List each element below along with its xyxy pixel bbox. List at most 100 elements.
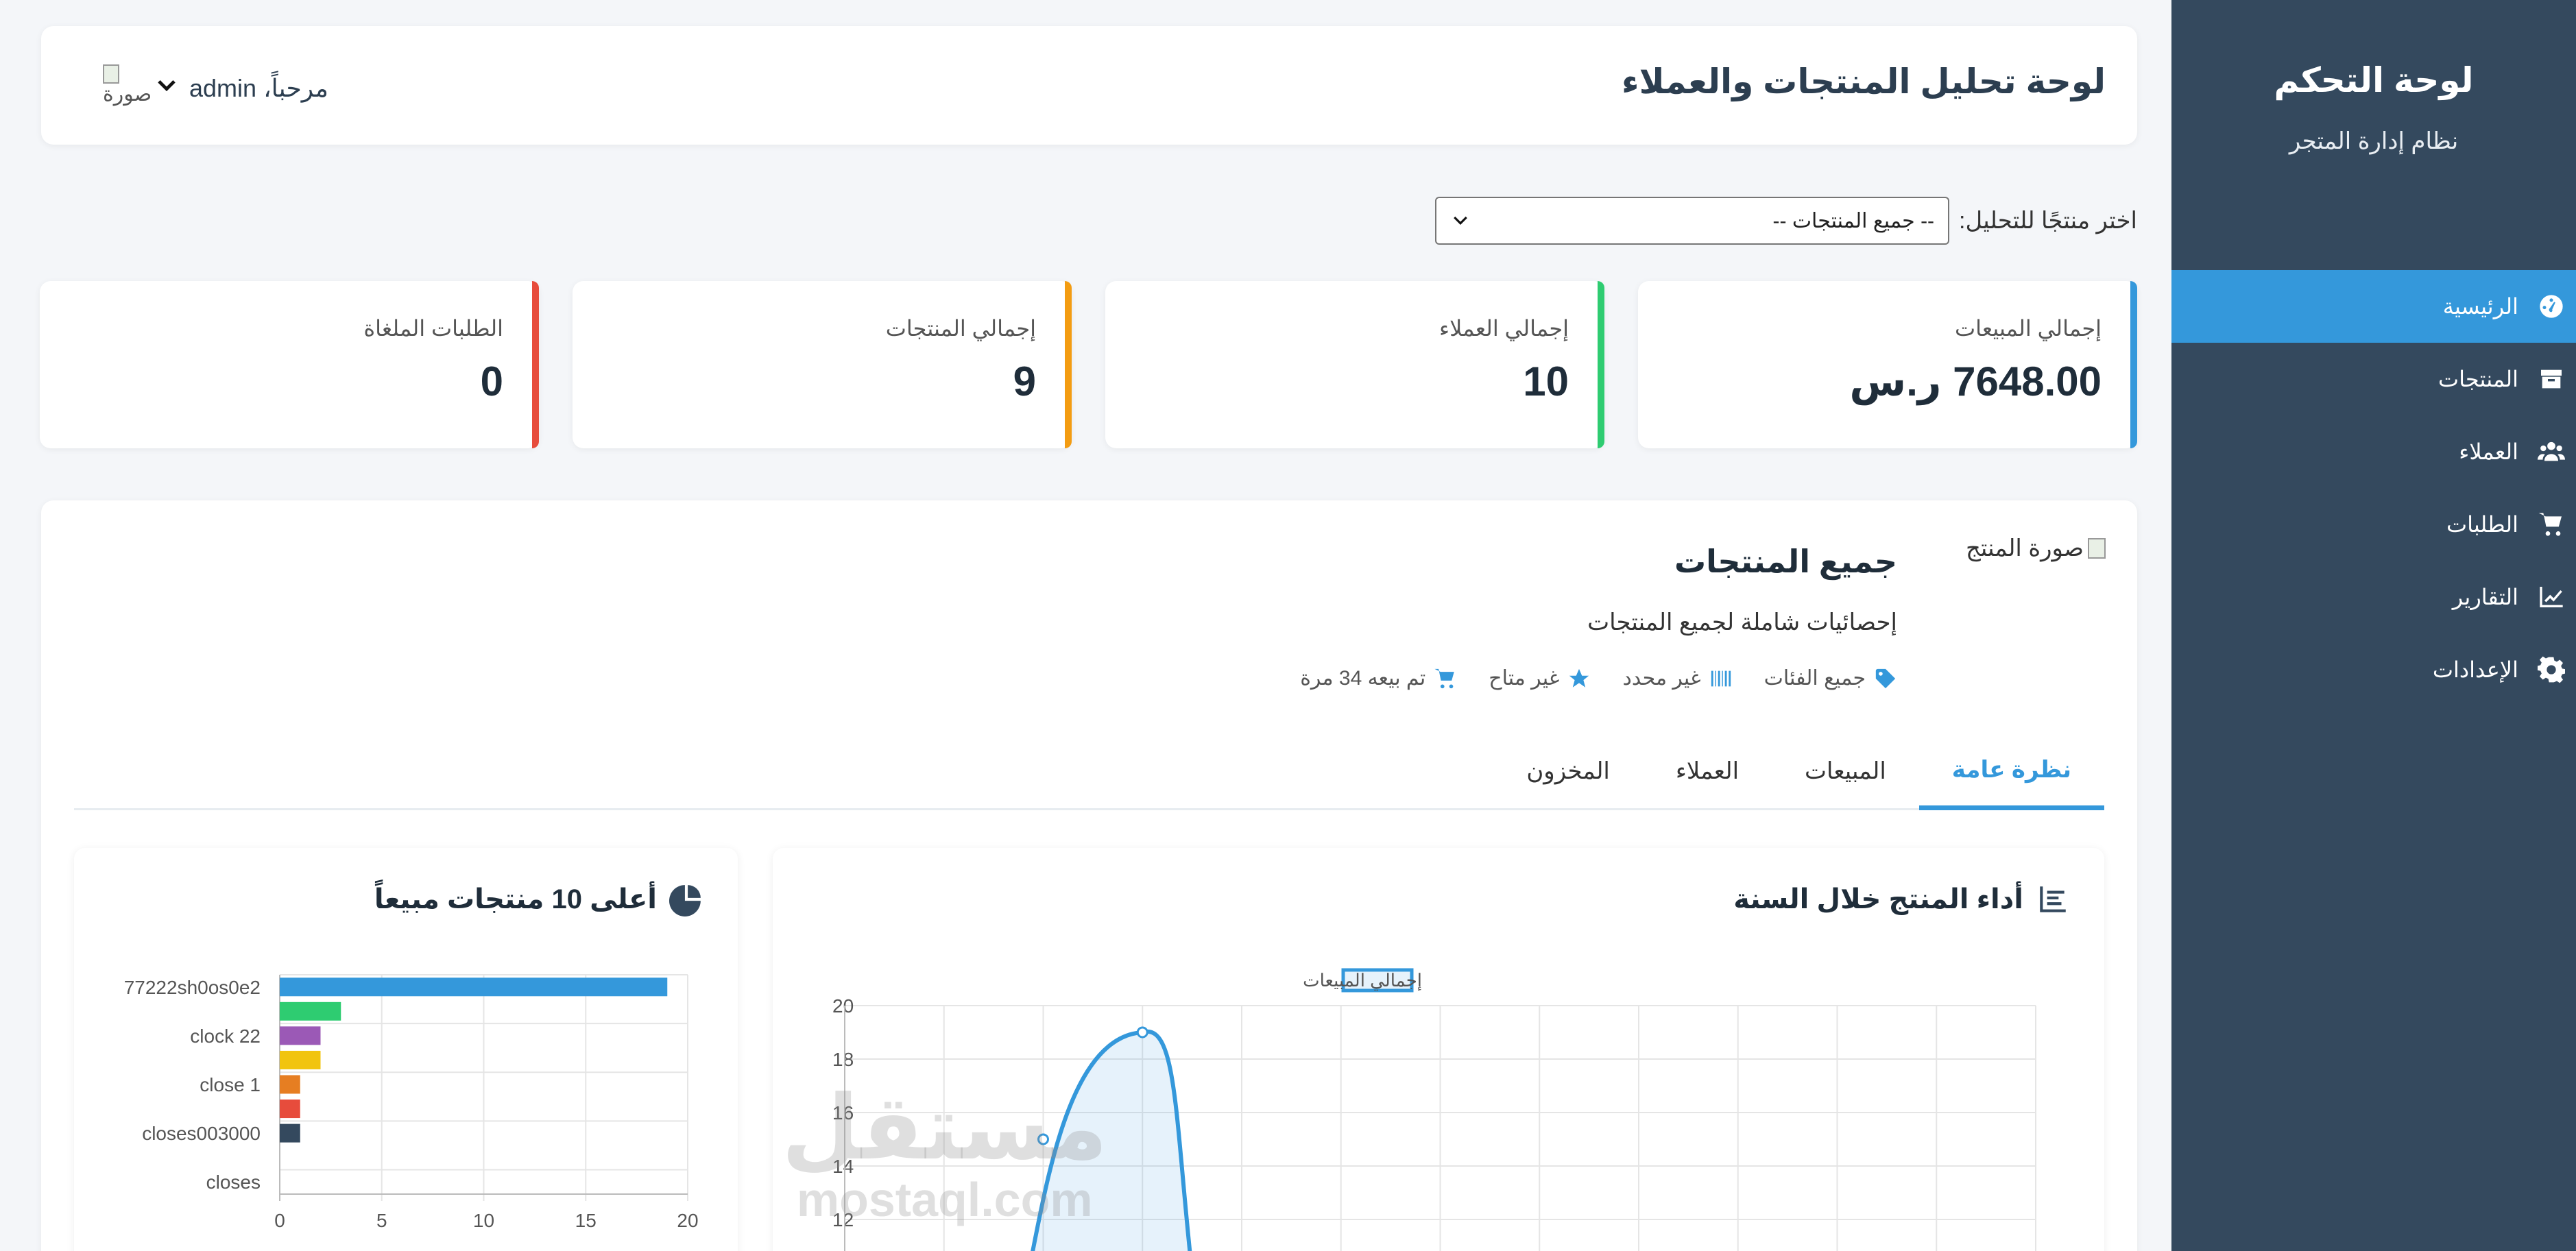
sidebar-item-reports[interactable]: التقارير <box>2171 561 2576 633</box>
performance-chart-card: أداء المنتج خلال السنة 12 14 16 18 20 إجمالي … <box>773 848 2104 1251</box>
stat-value: 0 <box>480 359 503 404</box>
avatar: صورة <box>103 64 152 112</box>
user-greeting: مرحباً، admin <box>189 74 328 102</box>
sidebar-brand: لوحة التحكم نظام إدارة المتجر <box>2171 0 2576 155</box>
meta-text: غير محدد <box>1622 667 1701 690</box>
meta-text: تم بيعه 34 مرة <box>1300 667 1426 690</box>
bar <box>280 1075 300 1094</box>
stat-card-cancelled-orders: الطلبات الملغاة 0 <box>40 281 539 448</box>
product-image: صورة المنتج <box>1966 535 2106 562</box>
sidebar-item-label: الإعدادات <box>2432 657 2518 682</box>
meta-category: جميع الفئات <box>1764 666 1897 690</box>
page-title: لوحة تحليل المنتجات والعملاء <box>1622 62 2106 101</box>
top-header: لوحة تحليل المنتجات والعملاء مرحباً، adm… <box>41 26 2137 145</box>
stat-value: 7648.00 ر.س <box>1849 359 2102 404</box>
sidebar-item-label: المنتجات <box>2438 367 2518 391</box>
dashboard-icon <box>2536 291 2566 321</box>
avatar-alt-text: صورة <box>103 83 152 106</box>
performance-area-chart: 12 14 16 18 20 إجمالي المبيعات <box>832 968 2036 1251</box>
sidebar-item-products[interactable]: المنتجات <box>2171 343 2576 415</box>
broken-image-icon <box>103 64 119 84</box>
sidebar: لوحة التحكم نظام إدارة المتجر الرئيسية ا… <box>2171 0 2576 1251</box>
chart-line-icon <box>2536 582 2566 612</box>
top-products-card: أعلى 10 منتجات مبيعاً 0 5 10 15 20 77222sh0os… <box>74 848 738 1251</box>
gear-icon <box>2536 655 2566 685</box>
stat-accent-bar <box>1065 281 1072 448</box>
y-tick-label: 20 <box>832 995 854 1017</box>
y-tick-label: 12 <box>832 1209 854 1230</box>
bar <box>280 1050 321 1069</box>
stat-label: الطلبات الملغاة <box>363 316 503 341</box>
data-point <box>1037 1133 1049 1145</box>
sidebar-title: لوحة التحكم <box>2274 61 2474 99</box>
stat-accent-bar <box>2130 281 2137 448</box>
category-label: closes <box>206 1171 261 1193</box>
x-tick-label: 5 <box>376 1210 387 1231</box>
category-label: clock 22 <box>190 1025 261 1047</box>
product-meta: جميع الفئات غير محدد غير متاح تم بيعه 34… <box>1300 666 1897 690</box>
bar <box>280 977 668 997</box>
analysis-tabs: نظرة عامة المبيعات العملاء المخزون <box>74 733 2104 810</box>
star-icon <box>1569 668 1589 688</box>
meta-text: جميع الفئات <box>1764 667 1866 690</box>
sidebar-item-home[interactable]: الرئيسية <box>2171 270 2576 343</box>
product-select[interactable]: -- جميع المنتجات -- <box>1435 197 1950 245</box>
chevron-down-icon <box>1454 216 1467 225</box>
category-label: close 1 <box>200 1074 261 1095</box>
stat-accent-bar <box>1598 281 1604 448</box>
user-menu[interactable]: مرحباً، admin صورة <box>103 64 328 112</box>
data-point <box>1136 1026 1148 1039</box>
product-select-value: -- جميع المنتجات -- <box>1772 209 1935 232</box>
top-products-bar-chart: 0 5 10 15 20 77222sh0os0e2 clock 22 close 1 clos… <box>124 974 699 1231</box>
meta-text: غير متاح <box>1489 667 1560 690</box>
sidebar-item-label: التقارير <box>2452 585 2518 609</box>
product-name: جميع المنتجات <box>1674 544 1897 579</box>
category-label: 77222sh0os0e2 <box>124 977 261 998</box>
bar <box>280 1124 300 1143</box>
meta-rating: غير متاح <box>1489 666 1591 690</box>
stat-label: إجمالي المنتجات <box>885 316 1036 341</box>
sidebar-item-label: العملاء <box>2459 439 2518 464</box>
x-tick-label: 10 <box>473 1210 494 1231</box>
x-tick-label: 20 <box>677 1210 698 1231</box>
product-image-alt: صورة المنتج <box>1965 535 2084 561</box>
legend-label: إجمالي المبيعات <box>1303 970 1422 991</box>
y-tick-label: 18 <box>832 1049 854 1070</box>
tab-inventory[interactable]: المخزون <box>1493 733 1643 808</box>
product-selector-label: اختر منتجًا للتحليل: <box>1959 208 2137 234</box>
cart-icon <box>1434 668 1454 688</box>
sidebar-item-orders[interactable]: الطلبات <box>2171 488 2576 561</box>
sidebar-item-label: الطلبات <box>2446 512 2518 537</box>
main-content: لوحة تحليل المنتجات والعملاء مرحباً، adm… <box>0 0 2171 1251</box>
stat-label: إجمالي العملاء <box>1439 316 1569 341</box>
cart-icon <box>2536 509 2566 539</box>
tab-overview[interactable]: نظرة عامة <box>1918 733 2104 810</box>
stat-card-total-products: إجمالي المنتجات 9 <box>573 281 1072 448</box>
meta-sold-count: تم بيعه 34 مرة <box>1300 666 1457 690</box>
y-tick-label: 16 <box>832 1102 854 1124</box>
y-tick-label: 14 <box>832 1156 854 1177</box>
x-tick-label: 0 <box>274 1210 285 1231</box>
sidebar-item-label: الرئيسية <box>2442 294 2518 319</box>
meta-sku: غير محدد <box>1622 666 1732 690</box>
sidebar-item-settings[interactable]: الإعدادات <box>2171 633 2576 706</box>
bar <box>280 1026 321 1045</box>
users-icon <box>2536 437 2566 467</box>
stat-accent-bar <box>532 281 539 448</box>
sidebar-subtitle: نظام إدارة المتجر <box>2289 128 2459 154</box>
tag-icon <box>1875 668 1896 688</box>
tab-sales[interactable]: المبيعات <box>1772 733 1919 808</box>
sidebar-nav: الرئيسية المنتجات العملاء الطلبات التقار… <box>2171 270 2576 706</box>
product-analysis-panel: صورة المنتج جميع المنتجات إحصائيات شاملة… <box>41 500 2137 1251</box>
chevron-down-icon[interactable] <box>154 73 180 105</box>
stat-value: 9 <box>1013 359 1036 404</box>
stat-value: 10 <box>1523 359 1569 404</box>
sidebar-item-customers[interactable]: العملاء <box>2171 415 2576 488</box>
bar <box>280 1001 341 1021</box>
category-label: closes003000 <box>142 1123 261 1144</box>
tab-customers[interactable]: العملاء <box>1643 733 1772 808</box>
broken-image-icon <box>2088 538 2106 559</box>
barcode-icon <box>1711 670 1731 686</box>
box-icon <box>2536 364 2566 394</box>
stat-label: إجمالي المبيعات <box>1955 316 2102 341</box>
